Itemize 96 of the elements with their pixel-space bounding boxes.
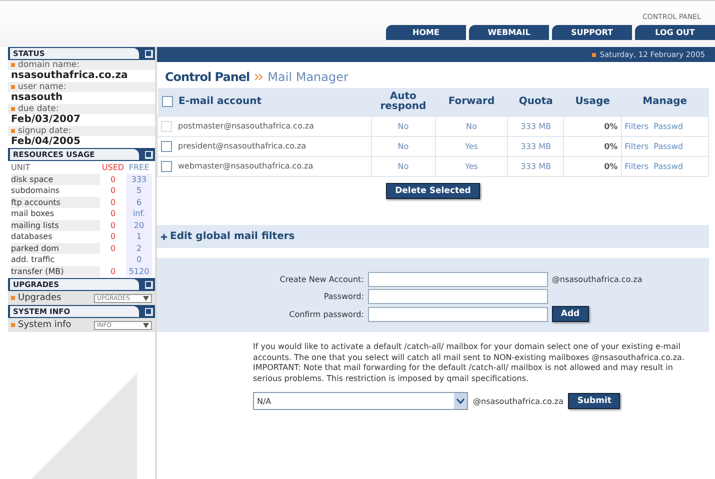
table-cell: 0% xyxy=(564,116,622,136)
table-cell: Yes xyxy=(435,136,508,156)
row-checkbox[interactable] xyxy=(161,141,172,152)
input-field[interactable] xyxy=(368,306,548,322)
field-label: Create New Account: xyxy=(278,275,364,284)
unit-name: mailing lists xyxy=(11,220,100,231)
column-header: Forward xyxy=(435,88,508,116)
used-value: 0 xyxy=(109,208,117,220)
table-cell: 333 MB xyxy=(508,116,564,136)
caret-icon xyxy=(143,322,149,328)
submit-button[interactable]: Submit xyxy=(568,393,620,409)
free-value: 5 xyxy=(126,185,152,196)
bullet-icon xyxy=(11,107,15,111)
manage-link[interactable]: Filters xyxy=(624,142,649,151)
unit-name: subdomains xyxy=(11,185,60,196)
unit-name: transfer (MB) xyxy=(11,266,100,277)
unit-name: parked dom xyxy=(11,242,100,254)
column-header: Usage xyxy=(564,88,622,116)
field-label: Confirm password: xyxy=(288,310,364,318)
collapse-icon[interactable] xyxy=(145,50,153,58)
domain-suffix: @nsasouthafrica.co.za xyxy=(552,275,644,284)
unit-name: mail boxes xyxy=(11,208,55,220)
field-label: Password: xyxy=(322,292,364,301)
used-value: 0 xyxy=(109,196,117,208)
add-button[interactable]: Add xyxy=(552,306,589,322)
upgrades-label: Upgrades xyxy=(11,293,62,303)
manage-link[interactable]: Passwd xyxy=(654,162,683,171)
field-value: nsasouthafrica.co.za xyxy=(10,70,129,82)
table-cell: 333 MB xyxy=(508,136,564,156)
column-header: UNIT xyxy=(11,162,32,174)
free-value: 2 xyxy=(126,242,152,254)
field-value: Feb/03/2007 xyxy=(10,114,82,126)
table-cell: No xyxy=(371,116,436,136)
bullet-icon xyxy=(11,296,15,300)
mailbox-select[interactable]: N/A xyxy=(253,392,468,410)
collapse-icon[interactable] xyxy=(145,308,153,316)
free-value: 1 xyxy=(126,231,152,242)
breadcrumb-link[interactable]: Control Panel xyxy=(165,70,250,84)
column-header: Auto respond xyxy=(371,88,436,116)
column-header: FREE xyxy=(128,162,150,174)
page-title: Mail Manager xyxy=(268,70,348,84)
used-value: 0 xyxy=(109,220,117,231)
used-value: 0 xyxy=(109,185,117,196)
used-value: 0 xyxy=(109,242,117,254)
system-info-label: System info xyxy=(11,320,72,330)
free-value: 0 xyxy=(126,254,152,266)
field-label: signup date: xyxy=(8,126,155,136)
filters-link[interactable]: Edit global mail filters xyxy=(157,225,709,248)
free-value: 6 xyxy=(126,196,152,208)
delete-button[interactable]: Delete Selected xyxy=(386,183,480,199)
bullet-icon xyxy=(11,323,15,327)
free-value: 333 xyxy=(126,174,152,185)
table-cell: No xyxy=(371,136,436,156)
unit-name: add. traffic xyxy=(11,254,56,266)
bullet-icon xyxy=(11,129,15,133)
collapse-icon[interactable] xyxy=(145,150,153,158)
collapse-icon[interactable] xyxy=(145,280,153,288)
field-label: due date: xyxy=(8,104,155,114)
unit-name: ftp accounts xyxy=(11,196,100,208)
column-header: Quota xyxy=(508,88,564,116)
nav-tab[interactable]: SUPPORT xyxy=(552,25,632,40)
field-value: nsasouth xyxy=(10,92,64,104)
nav-tab[interactable]: HOME xyxy=(386,25,466,40)
caret-icon xyxy=(143,296,149,300)
used-value: 0 xyxy=(109,266,117,277)
free-value: inf. xyxy=(126,208,152,220)
account-cell: president@nsasouthafrica.co.za xyxy=(158,136,372,156)
column-header: Manage xyxy=(621,88,708,116)
bullet-icon xyxy=(11,63,15,67)
catch-all-description: If you would like to activate a default /catch-all/ mailbox for your domain select one of your existing e-mail accounts. The one that you select will catch all mail sent to NON-existing mailboxes @nsasouthafrica.co.za. IMPORTANT: Note that mail forwarding for the default /catch-all/ mailbox is not allowed and may result in serious problems. This restriction is imposed by qmail specifications. xyxy=(253,342,686,384)
column-header: USED xyxy=(100,162,126,174)
row-checkbox[interactable] xyxy=(161,161,172,172)
input-field[interactable] xyxy=(368,272,548,287)
bullet-icon xyxy=(11,85,15,89)
used-value: 0 xyxy=(109,174,117,185)
field-label: user name: xyxy=(8,82,155,92)
field-label: domain name: xyxy=(8,60,155,70)
manage-link[interactable]: Filters xyxy=(624,162,649,171)
unit-name: disk space xyxy=(11,174,100,185)
free-value: 20 xyxy=(126,220,152,231)
used-value: 0 xyxy=(109,231,117,242)
select-all-checkbox[interactable] xyxy=(162,96,172,108)
field-value: Feb/04/2005 xyxy=(10,136,82,148)
nav-tab[interactable]: WEBMAIL xyxy=(469,25,549,40)
plus-icon xyxy=(161,234,167,240)
column-header: E-mail account xyxy=(158,88,372,116)
free-value: 5120 xyxy=(126,266,152,277)
table-cell: No xyxy=(435,116,508,136)
chevron-icon xyxy=(254,74,263,80)
unit-name: databases xyxy=(11,231,54,242)
account-cell: postmaster@nsasouthafrica.co.za xyxy=(158,116,372,136)
domain-suffix: @nsasouthafrica.co.za xyxy=(473,396,564,406)
input-field[interactable] xyxy=(368,289,548,304)
manage-link[interactable]: Passwd xyxy=(654,142,683,151)
nav-tab[interactable]: LOG OUT xyxy=(635,25,715,40)
table-cell: 0% xyxy=(564,136,622,156)
